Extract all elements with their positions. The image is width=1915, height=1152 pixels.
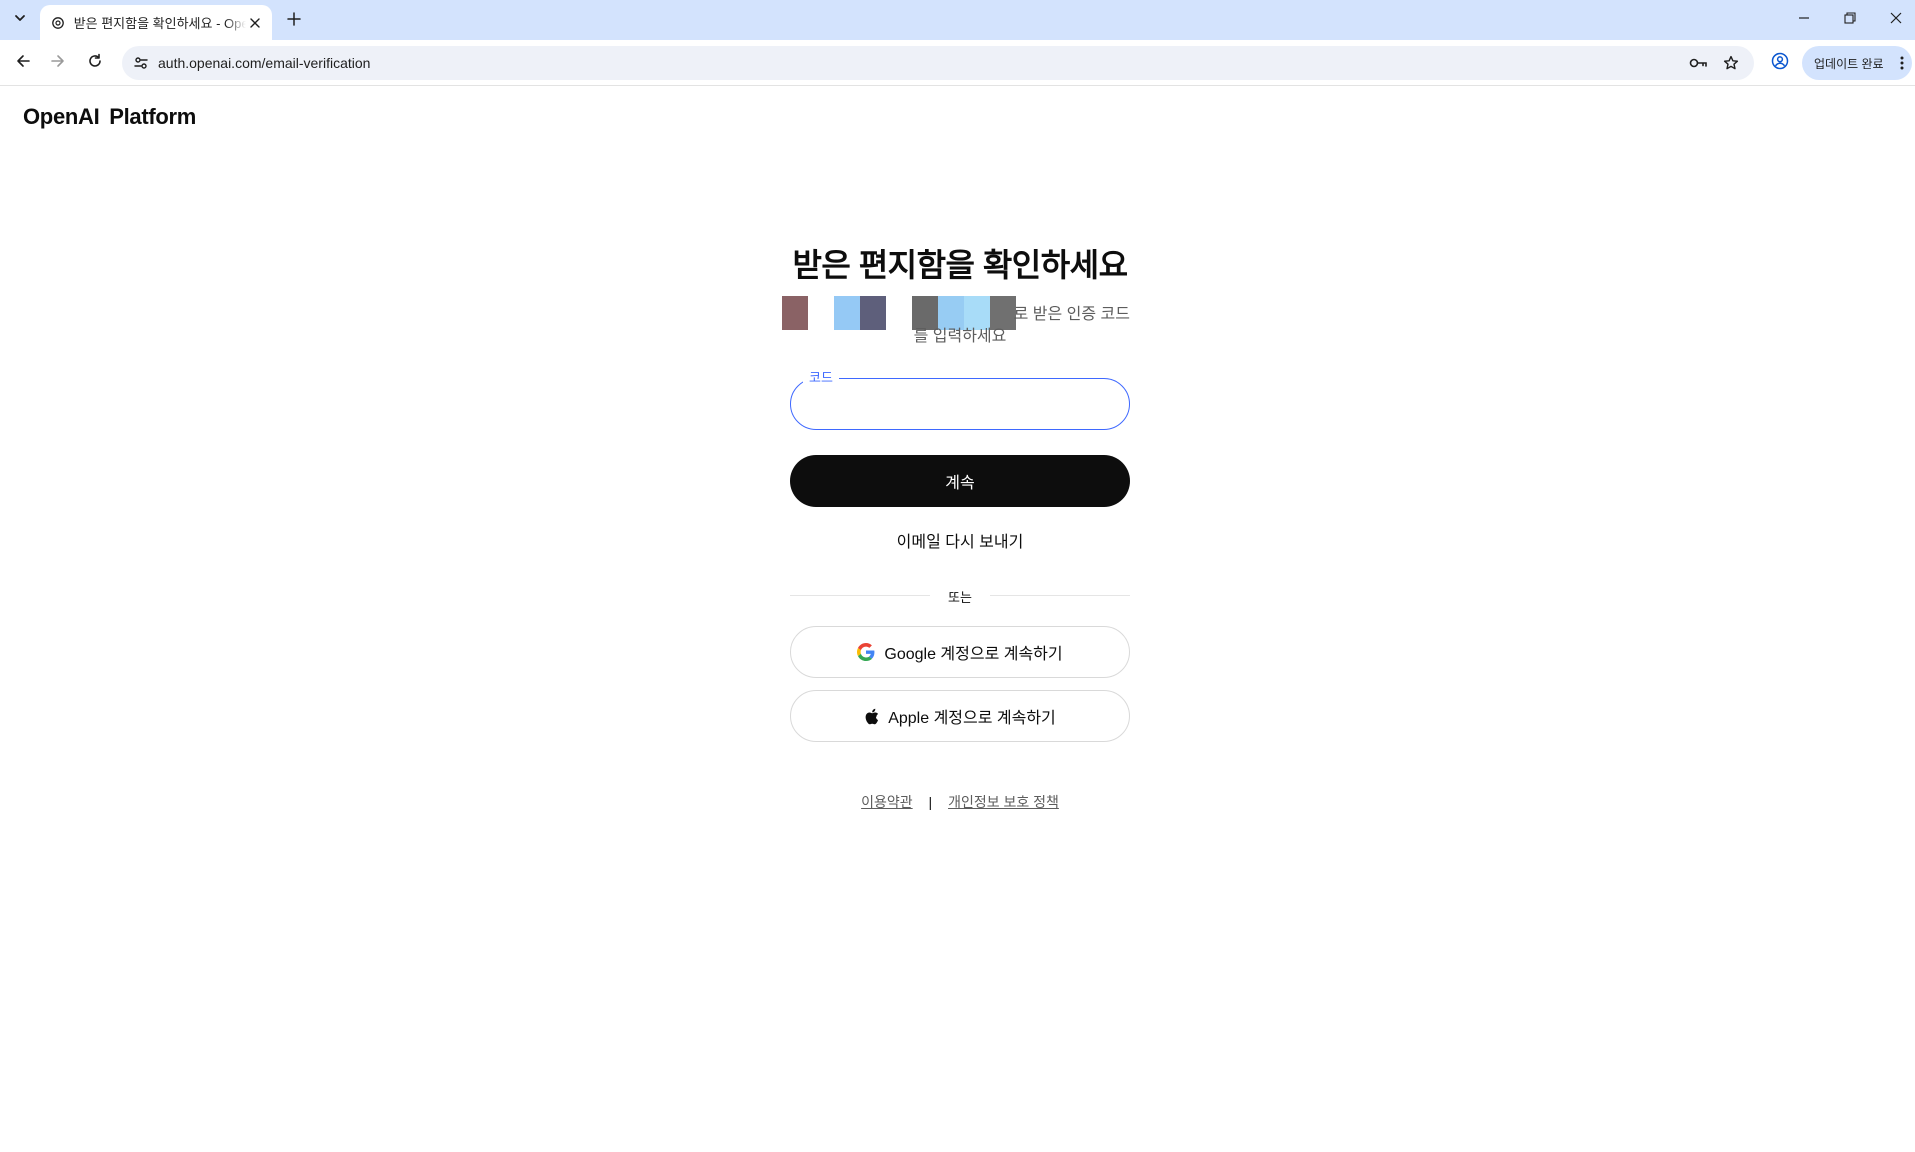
apple-icon [864, 708, 879, 725]
google-icon [857, 643, 875, 661]
subtitle: 로 받은 인증 코드 를 입력하세요 [782, 296, 1138, 345]
close-window-button[interactable] [1874, 6, 1915, 34]
apple-login-label: Apple 계정으로 계속하기 [888, 710, 1056, 727]
brand-logo[interactable]: OpenAI Platform [23, 104, 196, 130]
footer-links: 이용약관 | 개인정보 보호 정책 [790, 792, 1130, 812]
minimize-button[interactable] [1782, 6, 1826, 34]
restore-icon [1844, 11, 1856, 29]
code-input[interactable] [807, 389, 1111, 421]
minimize-icon [1798, 11, 1810, 29]
more-vert-icon[interactable] [1900, 56, 1904, 70]
profile-button[interactable] [1768, 51, 1792, 75]
back-arrow-icon [15, 53, 31, 74]
tab-title: 받은 편지함을 확인하세요 - OpenAI [73, 16, 247, 31]
restore-button[interactable] [1828, 6, 1872, 34]
browser-tab[interactable]: 받은 편지함을 확인하세요 - OpenAI [40, 5, 272, 40]
code-field[interactable]: 코드 [790, 370, 1130, 430]
plus-icon [287, 11, 301, 31]
subtitle-line2: 를 입력하세요 [913, 328, 1007, 345]
google-login-button[interactable]: Google 계정으로 계속하기 [790, 626, 1130, 678]
update-label: 업데이트 완료 [1814, 56, 1884, 71]
terms-link[interactable]: 이용약관 [861, 794, 913, 810]
tune-icon[interactable] [130, 52, 152, 74]
or-divider: 또는 [790, 584, 1130, 608]
key-icon[interactable] [1687, 52, 1709, 74]
profile-icon [1771, 52, 1789, 75]
tab-close-icon[interactable] [246, 14, 264, 32]
openai-icon [50, 15, 66, 31]
google-login-label: Google 계정으로 계속하기 [884, 646, 1063, 663]
resend-email-link[interactable]: 이메일 다시 보내기 [790, 528, 1130, 552]
url-text[interactable]: auth.openai.com/email-verification [158, 46, 370, 80]
apple-login-button[interactable]: Apple 계정으로 계속하기 [790, 690, 1130, 742]
close-icon [1890, 11, 1902, 29]
code-field-label: 코드 [803, 370, 839, 386]
tab-list-button[interactable] [6, 6, 34, 34]
reload-button[interactable] [80, 48, 110, 78]
forward-button[interactable] [43, 48, 73, 78]
reload-icon [87, 53, 103, 74]
continue-button[interactable]: 계속 [790, 455, 1130, 507]
divider-label: 또는 [948, 590, 972, 605]
page-title: 받은 편지함을 확인하세요 [792, 247, 1128, 283]
new-tab-button[interactable] [280, 7, 308, 35]
tab-strip: 받은 편지함을 확인하세요 - OpenAI [0, 0, 1915, 40]
chevron-down-icon [13, 11, 27, 30]
browser-toolbar: auth.openai.com/email-verification 업데이트 … [0, 40, 1915, 86]
privacy-link[interactable]: 개인정보 보호 정책 [948, 794, 1059, 810]
subtitle-line1: 로 받은 인증 코드 [1013, 306, 1130, 323]
update-button[interactable]: 업데이트 완료 [1802, 46, 1912, 80]
footer-separator: | [928, 794, 933, 810]
forward-arrow-icon [50, 53, 66, 74]
back-button[interactable] [8, 48, 38, 78]
address-bar[interactable]: auth.openai.com/email-verification [122, 46, 1754, 80]
star-icon[interactable] [1720, 52, 1742, 74]
